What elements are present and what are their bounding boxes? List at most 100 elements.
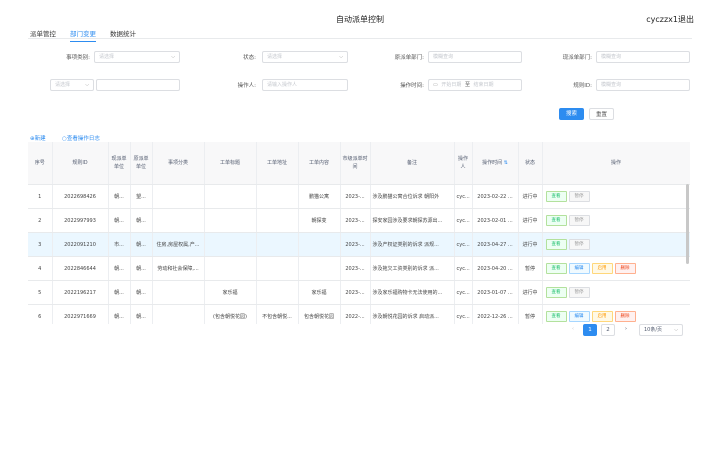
next-page-button[interactable]: › (619, 324, 633, 336)
cell-actions: 查看 编辑 启用 删除 (542, 304, 690, 324)
cell-cur: 朝... (108, 280, 131, 305)
cell-addr (256, 280, 299, 305)
col-note: 备注 (370, 142, 455, 185)
cell-cat (152, 304, 205, 324)
prev-page-button[interactable]: ‹ (566, 324, 580, 336)
cell-optime: 2022-12-26 ... (472, 304, 519, 324)
cell-content (298, 256, 341, 281)
cell-op: cyc... (454, 208, 473, 233)
start-date: 开始日期 (441, 82, 462, 88)
cell-status: 进行中 (518, 184, 543, 209)
cell-orig: 望... (130, 184, 153, 209)
cell-actions: 查看 编辑 启用 删除 (542, 256, 690, 281)
rule-id-input[interactable]: 模糊查询 (596, 79, 690, 91)
sort-icon[interactable]: ⇅ (502, 160, 508, 166)
cell-cat (152, 184, 205, 209)
enable-button[interactable]: 启用 (591, 311, 613, 322)
new-rule-button[interactable]: ⊕新建 (30, 134, 46, 142)
page-title: 自动派单控制 (336, 15, 384, 24)
cell-note: 涉及鹏猫公寓合位诉求 朝阳外 (370, 184, 455, 209)
edit-button[interactable]: 编辑 (568, 311, 590, 322)
col-op-time[interactable]: 操作时间 ⇅ (472, 142, 519, 185)
cell-id: 2022196217 (52, 280, 109, 305)
cell-content: 鹏猫公寓 (298, 184, 341, 209)
cell-cur: 朝... (108, 256, 131, 281)
cell-orig: 朝... (130, 304, 153, 324)
view-button[interactable]: 查看 (545, 287, 567, 298)
view-button[interactable]: 查看 (545, 263, 567, 274)
table-row[interactable]: 1 2022698426 朝... 望... 鹏猫公寓 2023-... 涉及鹏猫公寓合位诉… (28, 184, 690, 209)
pause-button[interactable]: 暂停 (568, 239, 590, 250)
table-row[interactable]: 5 2022196217 朝... 朝... 家乐福 家乐福 2023-... 涉及家乐福购物… (28, 280, 690, 305)
cell-title (204, 208, 257, 233)
delete-button[interactable]: 删除 (614, 263, 636, 274)
event-category-select[interactable]: 请选择 ⌵ (94, 51, 180, 63)
calendar-icon: ▭ (433, 82, 438, 88)
cell-orig: 朝... (130, 232, 153, 257)
cell-id: 2022846644 (52, 256, 109, 281)
page-size-select[interactable]: 10条/页 ⌵ (639, 324, 683, 336)
tab-statistics[interactable]: 数据统计 (110, 28, 136, 42)
operator-input[interactable]: 请输入操作人 (262, 79, 348, 91)
cell-title: (包含朝悦花园) (204, 304, 257, 324)
col-title: 工单标题 (204, 142, 257, 185)
cell-no: 6 (28, 304, 53, 324)
cell-content: 家乐福 (298, 280, 341, 305)
status-label: 状态: (243, 55, 256, 61)
cell-note: 涉及产权证类别的诉求 派规... (370, 232, 455, 257)
current-dept-input[interactable]: 模糊查询 (596, 51, 690, 63)
cell-optime: 2023-02-22 ... (472, 184, 519, 209)
page-2-button[interactable]: 2 (601, 324, 615, 336)
view-button[interactable]: 查看 (545, 191, 567, 202)
pause-button[interactable]: 暂停 (568, 287, 590, 298)
tab-dept-change[interactable]: 部门变更 (70, 28, 96, 42)
cell-no: 2 (28, 208, 53, 233)
cell-addr (256, 184, 299, 209)
table-row[interactable]: 3 2022091210 市... 朝... 住房,房屋权属,产... 2023-... 涉… (28, 232, 690, 257)
tab-divider (28, 38, 692, 39)
dispatch-dept-input[interactable]: 模糊查询 (428, 51, 522, 63)
cell-time: 2022-... (340, 304, 371, 324)
search-button[interactable]: 搜索 (559, 108, 584, 120)
table-scrollbar[interactable] (686, 184, 689, 264)
page-1-button[interactable]: 1 (583, 324, 597, 336)
cell-cur: 朝... (108, 304, 131, 324)
col-content: 工单内容 (298, 142, 341, 185)
chevron-down-icon: ⌵ (171, 54, 175, 60)
cell-status: 暂停 (518, 256, 543, 281)
edit-button[interactable]: 编辑 (568, 263, 590, 274)
table-header: 序号 规则ID 现派单单位 原派单单位 事项分类 工单标题 工单地址 工单内容 … (28, 142, 690, 185)
cell-optime: 2023-02-01 ... (472, 208, 519, 233)
cell-orig: 朝... (130, 208, 153, 233)
table-row[interactable]: 2 2022997993 朝... 朝... 朝探变 2023-... 探安家园涉及要求朝探… (28, 208, 690, 233)
pause-button[interactable]: 暂停 (568, 215, 590, 226)
view-button[interactable]: 查看 (545, 311, 567, 322)
op-time-range[interactable]: ▭ 开始日期 至 结束日期 (428, 79, 522, 91)
col-actions: 操作 (542, 142, 690, 185)
table-row[interactable]: 6 2022971669 朝... 朝... (包含朝悦花园) 不包含朝悦... 包含朝悦花… (28, 304, 690, 324)
reset-button[interactable]: 重置 (589, 108, 614, 120)
extra-select[interactable]: 请选择 ⌵ (50, 79, 94, 91)
view-button[interactable]: 查看 (545, 239, 567, 250)
view-log-button[interactable]: ○查看操作日志 (62, 134, 100, 142)
extra-input[interactable] (96, 79, 180, 91)
cell-no: 5 (28, 280, 53, 305)
table-row[interactable]: 4 2022846644 朝... 朝... 劳动和社会保障,... 2023-... 涉及… (28, 256, 690, 281)
cell-addr: 不包含朝悦... (256, 304, 299, 324)
pause-button[interactable]: 暂停 (568, 191, 590, 202)
cell-cat (152, 280, 205, 305)
view-button[interactable]: 查看 (545, 215, 567, 226)
tab-bar: 派单管控 部门变更 数据统计 (30, 28, 150, 42)
user-logout[interactable]: cyczzx1退出 (646, 14, 694, 25)
tab-dispatch-control[interactable]: 派单管控 (30, 28, 56, 42)
cell-op: cyc... (454, 280, 473, 305)
cell-orig: 朝... (130, 280, 153, 305)
col-cur-unit: 现派单单位 (108, 142, 131, 185)
cell-cat: 劳动和社会保障,... (152, 256, 205, 281)
delete-button[interactable]: 删除 (614, 311, 636, 322)
cell-addr (256, 232, 299, 257)
enable-button[interactable]: 启用 (591, 263, 613, 274)
status-select[interactable]: 请选择 ⌵ (262, 51, 348, 63)
cell-cur: 市... (108, 232, 131, 257)
operator-label: 操作人: (237, 83, 256, 89)
